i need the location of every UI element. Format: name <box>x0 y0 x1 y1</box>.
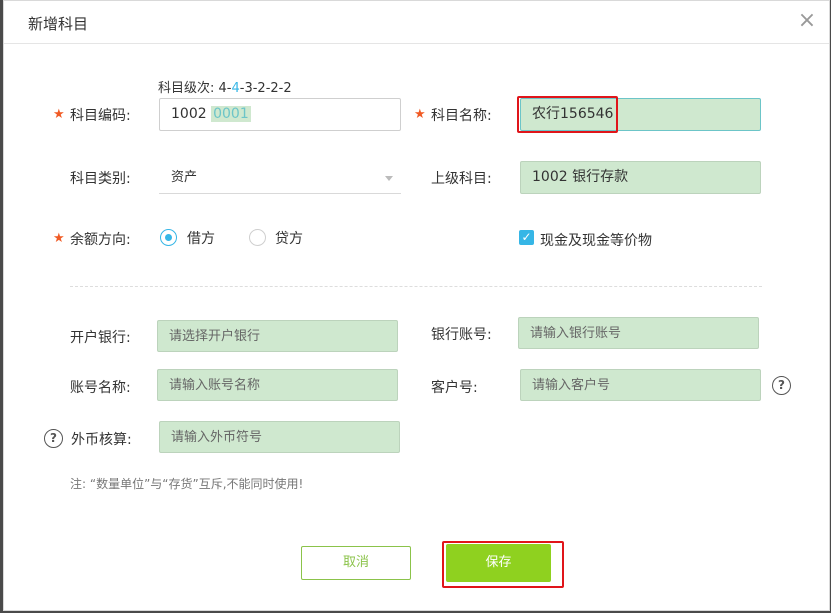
foreign-currency-placeholder: 请输入外币符号 <box>171 430 263 445</box>
level-hint-suffix: -3-2-2-2 <box>239 81 292 96</box>
required-star-icon: ★ <box>414 107 426 122</box>
account-code-label: 科目编码: <box>70 108 131 124</box>
level-hint-highlight: 4 <box>231 81 240 96</box>
form-note: 注: “数量单位”与“存货”互斥,不能同时使用! <box>70 477 304 491</box>
cash-equivalent-label: 现金及现金等价物 <box>540 233 652 249</box>
parent-account-label: 上级科目: <box>431 171 492 187</box>
foreign-currency-label: 外币核算: <box>71 432 132 448</box>
cash-equivalent-checkbox[interactable]: ✓ <box>519 230 534 245</box>
account-no-placeholder: 请输入银行账号 <box>530 326 622 341</box>
required-star-icon: ★ <box>53 107 65 122</box>
account-name2-label: 账号名称: <box>70 380 131 396</box>
dialog-title: 新增科目 <box>28 15 89 33</box>
highlight-box <box>442 541 564 588</box>
add-account-dialog: 新增科目 × 科目级次: 4-4-3-2-2-2 ★ 科目编码: 1002 00… <box>3 0 830 611</box>
account-category-value: 资产 <box>171 170 198 185</box>
cancel-button[interactable]: 取消 <box>301 546 411 580</box>
help-icon[interactable]: ? <box>772 376 791 395</box>
bank-select[interactable]: 请选择开户银行 <box>157 320 398 352</box>
level-hint-prefix: 科目级次: 4- <box>158 81 232 96</box>
help-icon[interactable]: ? <box>44 429 63 448</box>
balance-direction-label: 余额方向: <box>70 232 131 248</box>
dialog-header: 新增科目 × <box>4 1 829 44</box>
bank-label: 开户银行: <box>70 330 131 346</box>
account-holder-placeholder: 请输入账号名称 <box>169 378 261 393</box>
customer-no-placeholder: 请输入客户号 <box>532 378 611 393</box>
account-no-input[interactable]: 请输入银行账号 <box>518 317 759 349</box>
radio-credit[interactable] <box>249 229 266 246</box>
account-no-label: 银行账号: <box>431 327 492 343</box>
bank-placeholder: 请选择开户银行 <box>169 329 261 344</box>
account-code-suffix: 0001 <box>211 106 251 122</box>
customer-no-input[interactable]: 请输入客户号 <box>520 369 761 401</box>
chevron-down-icon <box>385 176 393 181</box>
account-category-select[interactable]: 资产 <box>159 161 401 194</box>
parent-account-value: 1002 银行存款 <box>532 169 629 185</box>
foreign-currency-input[interactable]: 请输入外币符号 <box>159 421 400 453</box>
close-icon[interactable]: × <box>797 10 817 32</box>
account-category-label: 科目类别: <box>70 171 131 187</box>
account-name-label: 科目名称: <box>431 108 492 124</box>
account-holder-input[interactable]: 请输入账号名称 <box>157 369 398 401</box>
customer-no-label: 客户号: <box>431 380 478 396</box>
radio-debit-label: 借方 <box>187 231 215 247</box>
highlight-box <box>517 96 618 133</box>
section-divider <box>70 286 762 287</box>
account-code-prefix: 1002 <box>171 106 207 122</box>
account-code-input[interactable]: 1002 0001 <box>159 98 401 131</box>
required-star-icon: ★ <box>53 231 65 246</box>
radio-debit[interactable] <box>160 229 177 246</box>
account-level-hint: 科目级次: 4-4-3-2-2-2 <box>158 77 292 96</box>
radio-credit-label: 贷方 <box>275 231 303 247</box>
parent-account-field: 1002 银行存款 <box>520 161 761 194</box>
